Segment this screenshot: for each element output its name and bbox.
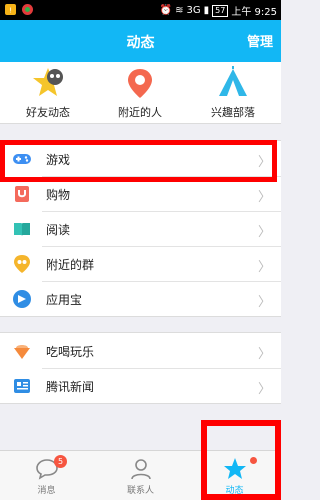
nearby-group-icon: [14, 255, 30, 273]
unread-badge: 5: [54, 455, 67, 468]
list-item-nearby-groups[interactable]: 附近的群 〉: [0, 246, 281, 281]
battery-level: 57: [212, 4, 229, 17]
page-title: 动态: [126, 35, 155, 51]
chevron-right-icon: 〉: [257, 225, 271, 240]
list-item-tencent-news[interactable]: 腾讯新闻 〉: [0, 368, 281, 403]
bottom-tab-bar: 消息 5 联系人 动态: [0, 450, 281, 500]
list-item-reading[interactable]: 阅读 〉: [0, 211, 281, 246]
interest-tribe-icon: [219, 66, 247, 96]
notification-dot: [250, 457, 257, 464]
title-bar: 动态 管理: [0, 20, 281, 62]
game-controller-icon: [13, 154, 31, 164]
network-type: 3G: [186, 5, 201, 16]
signal-icon: ▮: [203, 5, 210, 16]
list-item-shopping[interactable]: 购物 〉: [0, 176, 281, 211]
friends-feed-icon: [33, 68, 63, 96]
chevron-right-icon: 〉: [257, 295, 271, 310]
list-item-food-fun[interactable]: 吃喝玩乐 〉: [0, 333, 281, 368]
chevron-right-icon: 〉: [257, 260, 271, 275]
service-list: 游戏 〉 购物 〉 阅读 〉 附近的群 〉 应用宝 〉: [0, 140, 281, 317]
svg-text:!: !: [9, 7, 12, 15]
contact-person-icon: [130, 459, 151, 480]
quick-entries: 好友动态 附近的人 兴趣部落: [0, 62, 281, 124]
list-item-app-store[interactable]: 应用宝 〉: [0, 281, 281, 316]
app-store-icon: [13, 290, 31, 308]
alarm-icon: ⏰: [159, 5, 173, 16]
star-icon: [223, 458, 246, 479]
tab-messages[interactable]: 消息 5: [0, 451, 93, 500]
service-list-2: 吃喝玩乐 〉 腾讯新闻 〉: [0, 332, 281, 404]
chevron-right-icon: 〉: [257, 190, 271, 205]
reading-icon: [14, 223, 30, 236]
tab-contacts[interactable]: 联系人: [94, 451, 187, 500]
wifi-icon: ≋: [175, 5, 184, 16]
quick-item-interest-tribe[interactable]: 兴趣部落: [193, 66, 273, 120]
shopping-icon: [15, 186, 29, 202]
news-icon: [14, 379, 30, 393]
list-item-games[interactable]: 游戏 〉: [0, 141, 281, 176]
app-notification-icon: !: [5, 4, 16, 15]
quick-item-nearby-people[interactable]: 附近的人: [100, 66, 180, 120]
nearby-people-icon: [128, 69, 152, 98]
status-bar: ! ⏰ ≋ 3G ▮ 57 上午 9:25: [0, 0, 281, 20]
clock: 上午 9:25: [231, 7, 277, 18]
sync-app-icon: [22, 4, 33, 15]
quick-item-friends-feed[interactable]: 好友动态: [8, 66, 88, 120]
food-fun-icon: [14, 345, 30, 359]
manage-button[interactable]: 管理: [247, 31, 273, 50]
chevron-right-icon: 〉: [257, 155, 271, 170]
chevron-right-icon: 〉: [257, 347, 271, 362]
chevron-right-icon: 〉: [257, 382, 271, 397]
tab-feed[interactable]: 动态: [188, 451, 281, 500]
